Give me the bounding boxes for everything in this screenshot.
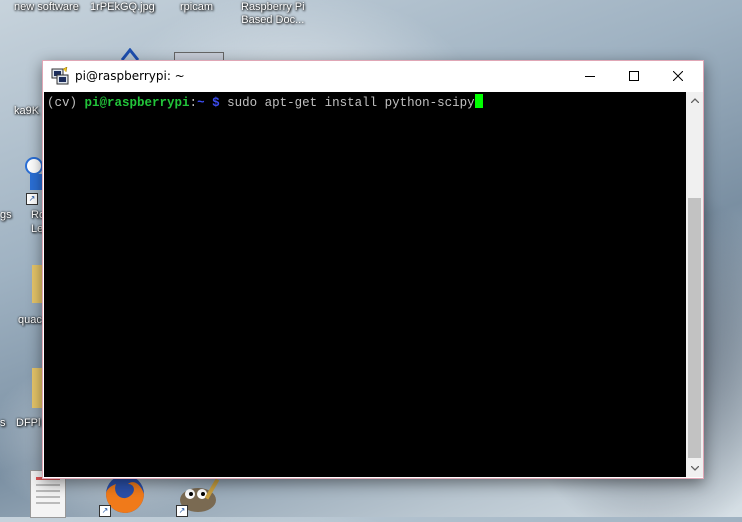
desktop-label-raspberry-pi-doc[interactable]: Raspberry Pi Based Doc... (241, 1, 305, 27)
close-button[interactable] (655, 61, 701, 91)
desktop-label-ka9k[interactable]: ka9K (14, 105, 39, 118)
chevron-up-icon (690, 98, 699, 103)
shortcut-arrow-icon: ↗ (26, 193, 38, 205)
folder-icon[interactable] (32, 368, 42, 408)
title-bar[interactable]: pi@raspberrypi: ~ (43, 61, 703, 91)
scroll-up-button[interactable] (686, 92, 703, 109)
terminal-cursor (474, 94, 483, 108)
desktop-label-jpg-file[interactable]: 1rPEkGQ.jpg (90, 1, 155, 14)
prompt-user-host: pi@raspberrypi (84, 96, 190, 110)
shortcut-arrow-icon: ↗ (99, 505, 111, 517)
desktop-label-s[interactable]: s (0, 417, 6, 430)
terminal-prompt-line: (cv) pi@raspberrypi:~ $ sudo apt-get ins… (47, 94, 483, 111)
chevron-down-icon (690, 466, 699, 471)
blue-app-icon[interactable] (24, 156, 43, 196)
putty-window[interactable]: pi@raspberrypi: ~ (cv) pi@raspberrypi:~ … (42, 60, 704, 479)
minimize-button[interactable] (567, 61, 613, 91)
shortcut-arrow-icon: ↗ (176, 505, 188, 517)
maximize-icon (629, 71, 639, 81)
minimize-icon (585, 76, 595, 77)
desktop-label-quac[interactable]: quac (18, 314, 42, 327)
terminal-command: sudo apt-get install python-scipy (219, 96, 475, 110)
vertical-scrollbar[interactable] (686, 92, 703, 477)
folder-icon[interactable] (32, 265, 42, 303)
putty-icon[interactable] (51, 66, 69, 85)
close-icon (673, 71, 683, 81)
window-title: pi@raspberrypi: ~ (75, 69, 185, 83)
desktop-label-rpicam[interactable]: rpicam (180, 1, 213, 14)
virtualenv-label: (cv) (47, 96, 85, 110)
terminal-area[interactable]: (cv) pi@raspberrypi:~ $ sudo apt-get ins… (44, 92, 686, 477)
scrollbar-thumb[interactable] (688, 198, 701, 458)
scroll-down-button[interactable] (686, 460, 703, 477)
desktop-label-dfpl[interactable]: DFPl (16, 417, 40, 430)
desktop-label-line-2: Based Doc... (241, 14, 305, 26)
maximize-button[interactable] (611, 61, 657, 91)
desktop-label-new-software[interactable]: new software (14, 1, 79, 14)
prompt-path: ~ $ (197, 96, 220, 110)
prompt-separator: : (189, 96, 198, 110)
desktop-label-line-1: Raspberry Pi (241, 1, 305, 13)
desktop-label-gs[interactable]: gs (0, 209, 12, 222)
